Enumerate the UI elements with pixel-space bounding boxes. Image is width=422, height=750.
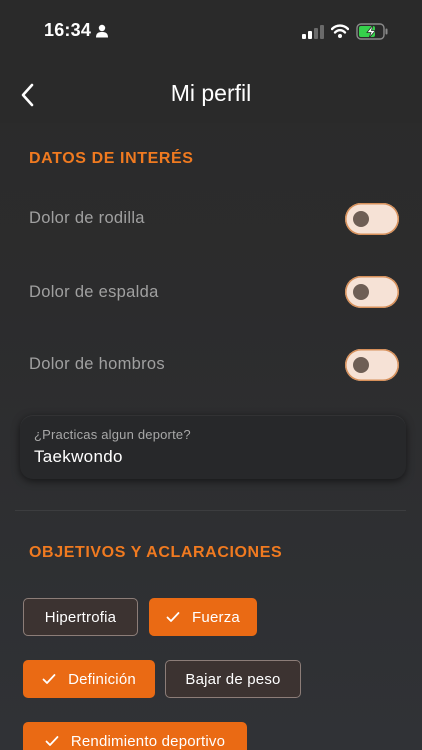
check-icon bbox=[42, 674, 56, 684]
header: 16:34 Mi perfil bbox=[0, 0, 422, 123]
chip-label: Hipertrofia bbox=[44, 608, 117, 626]
sport-input-value: Taekwondo bbox=[34, 447, 123, 466]
page-title: Mi perfil bbox=[170, 80, 252, 106]
profile-screen: 16:34 Mi perfil DATOS DE INTERÉS Dolor d… bbox=[0, 0, 422, 750]
toggle-knob bbox=[353, 211, 369, 227]
toggle-label-hombros: Dolor de hombros bbox=[29, 355, 165, 373]
signal-icon bbox=[302, 25, 324, 39]
chip-fuerza[interactable]: Fuerza bbox=[149, 598, 257, 636]
chip-label: Rendimiento deportivo bbox=[70, 732, 226, 750]
chip-rendimiento-deportivo[interactable]: Rendimiento deportivo bbox=[23, 722, 247, 750]
person-icon bbox=[96, 24, 108, 38]
toggle-hombros[interactable] bbox=[345, 349, 399, 381]
toggle-rodilla[interactable] bbox=[345, 203, 399, 235]
sport-input-label: ¿Practicas algun deporte? bbox=[34, 427, 191, 442]
section-title-objetivos: OBJETIVOS Y ACLARACIONES bbox=[29, 544, 283, 561]
check-icon bbox=[166, 612, 180, 622]
toggle-knob bbox=[353, 357, 369, 373]
sport-input[interactable]: ¿Practicas algun deporte? Taekwondo bbox=[20, 415, 406, 479]
status-time: 16:34 bbox=[44, 20, 92, 40]
toggle-espalda[interactable] bbox=[345, 276, 399, 308]
check-icon bbox=[45, 736, 59, 746]
battery-charging-icon bbox=[356, 23, 388, 40]
toggle-knob bbox=[353, 284, 369, 300]
chip-hipertrofia[interactable]: Hipertrofia bbox=[23, 598, 138, 636]
chip-definicion[interactable]: Definición bbox=[23, 660, 155, 698]
section-divider bbox=[15, 510, 406, 511]
wifi-icon bbox=[331, 24, 349, 38]
toggle-label-espalda: Dolor de espalda bbox=[29, 283, 159, 301]
toggle-label-rodilla: Dolor de rodilla bbox=[29, 209, 145, 227]
chip-bajar-de-peso[interactable]: Bajar de peso bbox=[165, 660, 301, 698]
chip-label: Definición bbox=[68, 670, 136, 688]
section-title-datos: DATOS DE INTERÉS bbox=[29, 150, 194, 167]
chip-label: Fuerza bbox=[192, 608, 240, 626]
chip-label: Bajar de peso bbox=[185, 670, 281, 688]
